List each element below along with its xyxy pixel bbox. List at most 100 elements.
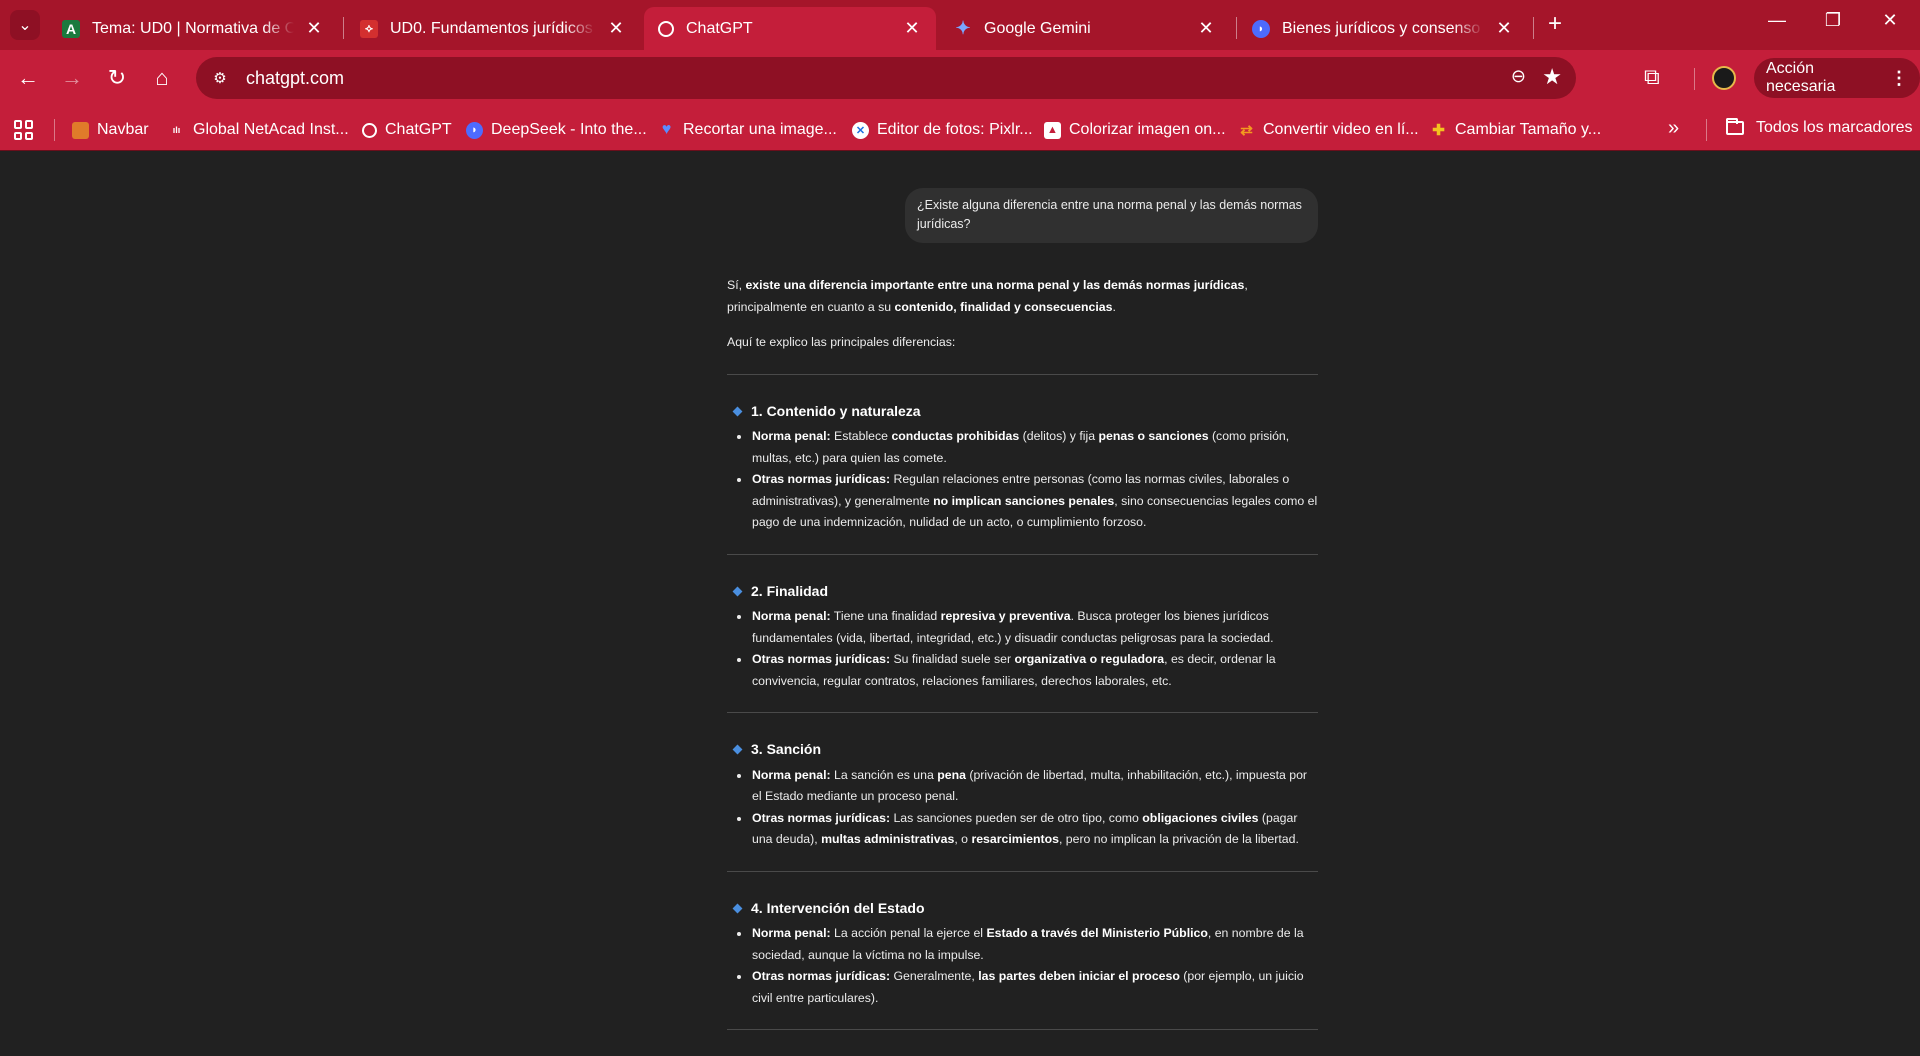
tab-title: Bienes jurídicos y consenso soc	[1282, 19, 1484, 37]
forward-button[interactable]: →	[58, 64, 86, 92]
bookmark-netacad[interactable]: ılı Global NetAcad Inst...	[168, 119, 349, 141]
all-bookmarks-button[interactable]: Todos los marcadores	[1726, 118, 1913, 137]
arrow-left-icon: ←	[17, 65, 39, 90]
tab-title: ChatGPT	[686, 19, 753, 37]
chatgpt-icon	[362, 122, 377, 138]
tab-search-button[interactable]: ⌄	[10, 10, 40, 40]
bookmarks-divider	[54, 119, 55, 141]
url-text[interactable]: chatgpt.com	[246, 68, 344, 89]
colorize-icon: ▲	[1044, 121, 1061, 139]
section-list: Norma penal: La sanción es una pena (pri…	[727, 765, 1318, 851]
bookmark-label: Convertir video en lí...	[1263, 121, 1419, 138]
section-divider	[727, 553, 1318, 555]
home-icon: ⌂	[155, 65, 169, 90]
tab-separator	[343, 17, 344, 39]
tab-chatgpt[interactable]: ChatGPT ✕	[644, 7, 936, 50]
bookmark-pixlr[interactable]: ✕ Editor de fotos: Pixlr...	[852, 119, 1033, 141]
deepseek-icon: ◗	[466, 121, 483, 139]
close-icon: ✕	[1882, 10, 1898, 30]
toolbar-divider	[1694, 68, 1695, 90]
convert-icon: ⇄	[1240, 122, 1253, 139]
more-bookmarks-icon[interactable]: »	[1668, 117, 1679, 140]
tab-bienes-juridicos[interactable]: ◗ Bienes jurídicos y consenso soc ✕	[1238, 7, 1528, 50]
action-needed-label: Acción necesaria	[1766, 60, 1836, 95]
list-item: Norma penal: Tiene una finalidad represi…	[727, 606, 1318, 649]
tab-title: UD0. Fundamentos jurídicos de	[390, 19, 596, 37]
reload-icon: ↻	[107, 65, 127, 90]
plus-icon: +	[1547, 10, 1562, 37]
bookmark-chatgpt[interactable]: ChatGPT	[362, 119, 452, 141]
section-heading-text: 3. Sanción	[751, 741, 822, 757]
toolbar: ← → ↻ ⌂ ⚙ chatgpt.com ⊖ ★ ⧉ Acción neces…	[0, 50, 1920, 107]
bookmark-star-icon[interactable]: ★	[1542, 64, 1562, 90]
site-settings-icon[interactable]: ⚙	[206, 64, 234, 92]
pixlr-icon: ✕	[852, 121, 869, 139]
close-icon[interactable]: ✕	[902, 18, 922, 39]
back-button[interactable]: ←	[14, 64, 42, 92]
zoom-icon[interactable]: ⊖	[1511, 66, 1526, 87]
moodle-a-icon: A	[62, 19, 80, 38]
list-item: Otras normas jurídicas: Las sanciones pu…	[727, 808, 1318, 851]
address-bar[interactable]: ⚙ chatgpt.com ⊖ ★	[196, 57, 1576, 99]
user-message-text: ¿Existe alguna diferencia entre una norm…	[917, 198, 1302, 231]
tab-gemini[interactable]: ✦ Google Gemini ✕	[940, 7, 1230, 50]
bookmark-label: ChatGPT	[385, 121, 452, 138]
tab-fundamentos-pdf[interactable]: ⟡ UD0. Fundamentos jurídicos de ✕	[346, 7, 640, 50]
close-icon[interactable]: ✕	[1196, 18, 1216, 39]
bookmark-label: Cambiar Tamaño y...	[1455, 121, 1602, 138]
action-needed-button[interactable]: Acción necesaria ⋮	[1754, 58, 1920, 98]
close-icon[interactable]: ✕	[606, 18, 626, 39]
chatgpt-icon	[658, 20, 674, 37]
section-divider	[727, 870, 1318, 872]
navbar-icon	[72, 121, 89, 139]
reload-button[interactable]: ↻	[103, 64, 131, 92]
blue-diamond-icon	[732, 586, 743, 597]
bookmarks-divider	[1706, 119, 1707, 141]
restore-icon: ❐	[1824, 10, 1842, 30]
close-icon[interactable]: ✕	[304, 18, 324, 39]
section-list: Norma penal: Tiene una finalidad represi…	[727, 606, 1318, 692]
section-heading-text: 4. Intervención del Estado	[751, 899, 925, 916]
user-message-bubble: ¿Existe alguna diferencia entre una norm…	[905, 188, 1318, 243]
profile-avatar[interactable]	[1712, 66, 1736, 90]
tab-normativa[interactable]: A Tema: UD0 | Normativa de Cibe ✕	[48, 7, 338, 50]
blue-diamond-icon	[732, 744, 743, 755]
list-item: Otras normas jurídicas: Regulan relacion…	[727, 469, 1318, 534]
intro-paragraph-2: Aquí te explico las principales diferenc…	[727, 335, 956, 349]
bookmark-cambiar-tamano[interactable]: ✚ Cambiar Tamaño y...	[1430, 119, 1601, 141]
intro-text: Sí,	[727, 278, 746, 292]
restore-button[interactable]: ❐	[1818, 10, 1848, 31]
more-vert-icon[interactable]: ⋮	[1890, 68, 1908, 89]
new-tab-button[interactable]: +	[1542, 12, 1568, 38]
bookmark-label: Recortar una image...	[683, 121, 837, 138]
blue-diamond-icon	[732, 903, 743, 914]
bookmark-colorizar[interactable]: ▲ Colorizar imagen on...	[1044, 119, 1226, 141]
apps-grid-icon[interactable]	[14, 120, 34, 140]
list-item: Norma penal: Establece conductas prohibi…	[727, 426, 1318, 469]
bookmark-recortar[interactable]: ♥ Recortar una image...	[658, 119, 837, 141]
minimize-button[interactable]: —	[1762, 10, 1792, 31]
tab-bar: ⌄ A Tema: UD0 | Normativa de Cibe ✕ ⟡ UD…	[0, 0, 1920, 50]
list-item: Norma penal: La acción penal la ejerce e…	[727, 923, 1318, 966]
section-divider	[727, 373, 1318, 375]
folder-icon	[1726, 118, 1744, 135]
bookmark-navbar[interactable]: Navbar	[72, 119, 149, 141]
list-item: Otras normas jurídicas: Su finalidad sue…	[727, 649, 1318, 692]
section-heading: 4. Intervención del Estado	[727, 898, 1318, 920]
intro-text: .	[1112, 299, 1116, 314]
bookmark-deepseek[interactable]: ◗ DeepSeek - Into the...	[466, 119, 647, 141]
close-window-button[interactable]: ✕	[1875, 10, 1905, 31]
close-icon[interactable]: ✕	[1494, 18, 1514, 39]
pdf-icon: ⟡	[360, 19, 378, 38]
bookmarks-bar: Navbar ılı Global NetAcad Inst... ChatGP…	[0, 107, 1920, 151]
bookmark-label: Navbar	[97, 121, 149, 138]
home-button[interactable]: ⌂	[148, 64, 176, 92]
list-item: Otras normas jurídicas: Generalmente, la…	[727, 966, 1318, 1009]
extensions-icon[interactable]: ⧉	[1644, 64, 1660, 90]
bookmark-label: DeepSeek - Into the...	[491, 121, 647, 138]
bookmark-label: Global NetAcad Inst...	[193, 121, 349, 138]
section-heading: 3. Sanción	[727, 739, 1318, 761]
bookmark-convertir[interactable]: ⇄ Convertir video en lí...	[1238, 119, 1419, 141]
section-heading-text: 2. Finalidad	[751, 582, 829, 599]
section-heading: 1. Contenido y naturaleza	[727, 401, 1318, 423]
